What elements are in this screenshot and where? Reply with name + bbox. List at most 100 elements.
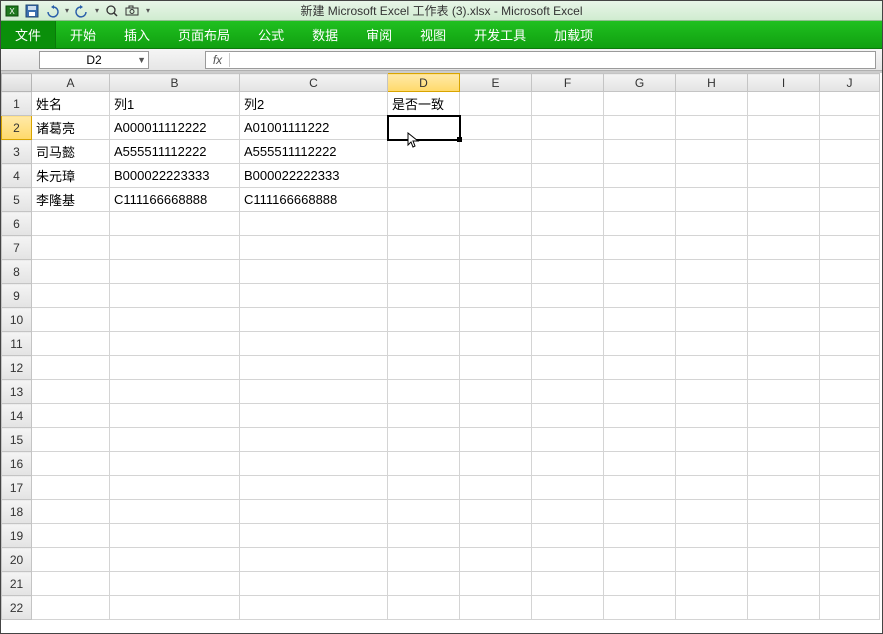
ribbon-tab-4[interactable]: 数据 [298,21,352,48]
row-header-7[interactable]: 7 [2,236,32,260]
cell-J18[interactable] [820,500,880,524]
cell-J11[interactable] [820,332,880,356]
cell-B10[interactable] [110,308,240,332]
cell-F22[interactable] [532,596,604,620]
cell-A4[interactable]: 朱元璋 [32,164,110,188]
cell-H1[interactable] [676,92,748,116]
cell-B8[interactable] [110,260,240,284]
cell-D18[interactable] [388,500,460,524]
cell-F20[interactable] [532,548,604,572]
cell-J2[interactable] [820,116,880,140]
cell-I20[interactable] [748,548,820,572]
cell-F16[interactable] [532,452,604,476]
ribbon-tab-5[interactable]: 审阅 [352,21,406,48]
cell-I17[interactable] [748,476,820,500]
cell-B17[interactable] [110,476,240,500]
column-header-A[interactable]: A [32,74,110,92]
cell-I10[interactable] [748,308,820,332]
cell-H2[interactable] [676,116,748,140]
cell-F15[interactable] [532,428,604,452]
row-header-3[interactable]: 3 [2,140,32,164]
cell-B16[interactable] [110,452,240,476]
cell-A15[interactable] [32,428,110,452]
cell-C14[interactable] [240,404,388,428]
cell-J8[interactable] [820,260,880,284]
cell-D16[interactable] [388,452,460,476]
cell-B22[interactable] [110,596,240,620]
cell-B1[interactable]: 列1 [110,92,240,116]
cell-E12[interactable] [460,356,532,380]
formula-bar[interactable]: fx [205,51,876,69]
cell-F13[interactable] [532,380,604,404]
cell-D4[interactable] [388,164,460,188]
cell-A22[interactable] [32,596,110,620]
cell-E2[interactable] [460,116,532,140]
cell-E6[interactable] [460,212,532,236]
cell-F6[interactable] [532,212,604,236]
file-tab[interactable]: 文件 [1,21,56,48]
cell-J19[interactable] [820,524,880,548]
cell-H20[interactable] [676,548,748,572]
cell-G10[interactable] [604,308,676,332]
cell-A20[interactable] [32,548,110,572]
cell-A3[interactable]: 司马懿 [32,140,110,164]
cell-C21[interactable] [240,572,388,596]
cell-F3[interactable] [532,140,604,164]
cell-H18[interactable] [676,500,748,524]
cell-H7[interactable] [676,236,748,260]
cell-J16[interactable] [820,452,880,476]
cell-I14[interactable] [748,404,820,428]
cell-A14[interactable] [32,404,110,428]
cell-E4[interactable] [460,164,532,188]
row-header-1[interactable]: 1 [2,92,32,116]
column-header-F[interactable]: F [532,74,604,92]
row-header-6[interactable]: 6 [2,212,32,236]
cell-C3[interactable]: A555511112222 [240,140,388,164]
cell-C6[interactable] [240,212,388,236]
cell-C2[interactable]: A01001111222 [240,116,388,140]
ribbon-tab-1[interactable]: 插入 [110,21,164,48]
cell-C8[interactable] [240,260,388,284]
cell-A17[interactable] [32,476,110,500]
cell-D19[interactable] [388,524,460,548]
cell-G21[interactable] [604,572,676,596]
cell-G1[interactable] [604,92,676,116]
cell-G6[interactable] [604,212,676,236]
cell-D3[interactable] [388,140,460,164]
cell-I11[interactable] [748,332,820,356]
undo-icon[interactable] [43,2,61,20]
cell-C10[interactable] [240,308,388,332]
cell-D10[interactable] [388,308,460,332]
cell-F9[interactable] [532,284,604,308]
cell-J20[interactable] [820,548,880,572]
spreadsheet-grid[interactable]: ABCDEFGHIJ1姓名列1列2是否一致2诸葛亮A000011112222A0… [1,73,880,620]
cell-B9[interactable] [110,284,240,308]
ribbon-tab-7[interactable]: 开发工具 [460,21,540,48]
cell-A13[interactable] [32,380,110,404]
cell-G14[interactable] [604,404,676,428]
cell-B2[interactable]: A000011112222 [110,116,240,140]
cell-C13[interactable] [240,380,388,404]
name-box[interactable]: D2 ▼ [39,51,149,69]
cell-J6[interactable] [820,212,880,236]
cell-J22[interactable] [820,596,880,620]
cell-H4[interactable] [676,164,748,188]
cell-F14[interactable] [532,404,604,428]
cell-D14[interactable] [388,404,460,428]
row-header-12[interactable]: 12 [2,356,32,380]
cell-I16[interactable] [748,452,820,476]
cell-A7[interactable] [32,236,110,260]
cell-D9[interactable] [388,284,460,308]
cell-H19[interactable] [676,524,748,548]
cell-J12[interactable] [820,356,880,380]
cell-E10[interactable] [460,308,532,332]
cell-F7[interactable] [532,236,604,260]
cell-G11[interactable] [604,332,676,356]
cell-A10[interactable] [32,308,110,332]
cell-F4[interactable] [532,164,604,188]
row-header-21[interactable]: 21 [2,572,32,596]
cell-A21[interactable] [32,572,110,596]
cell-E17[interactable] [460,476,532,500]
cell-D8[interactable] [388,260,460,284]
row-header-13[interactable]: 13 [2,380,32,404]
